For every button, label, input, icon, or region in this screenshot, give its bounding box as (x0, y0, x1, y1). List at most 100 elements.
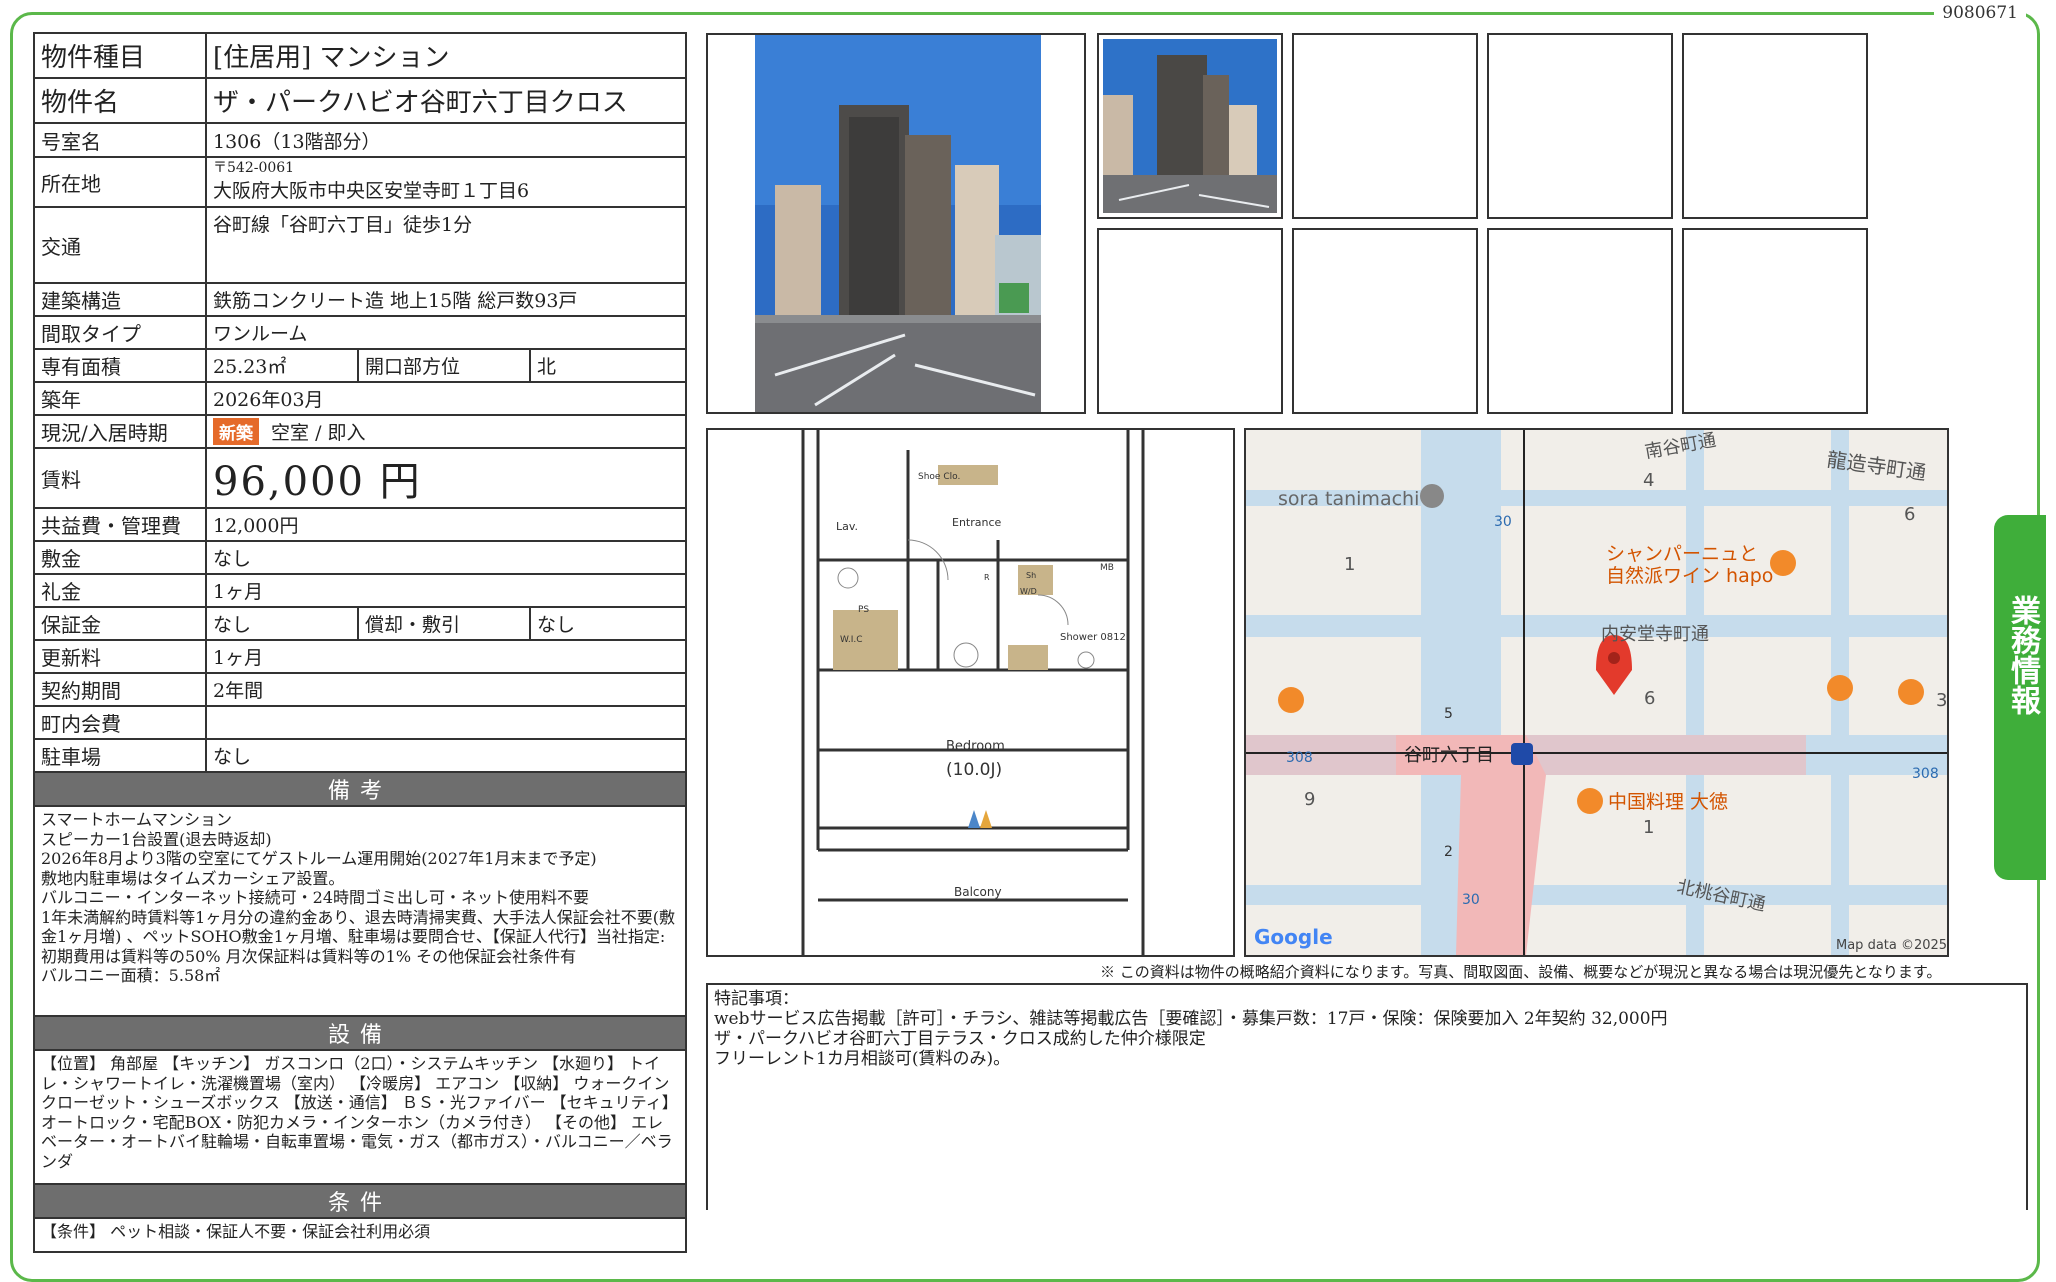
restaurant-icon (1827, 675, 1853, 701)
photo-thumbnail-empty[interactable] (1292, 228, 1478, 414)
fee-value: 12,000円 (204, 507, 688, 542)
built-value: 2026年03月 (204, 381, 688, 416)
special-notes-box: 特記事項： webサービス広告掲載［許可］・チラシ、雑誌等掲載広告［要確認］・募… (706, 983, 2028, 1210)
map-canvas: sora tanimachi 南谷町通 龍造寺町通 内安堂寺町通 北桃谷町通 谷… (1246, 430, 1947, 955)
floor-plan-cell[interactable]: Shoe Clo. Lav. Entrance PS W.I.C Bedroom… (706, 428, 1235, 957)
guarantee-value: なし (205, 606, 359, 641)
parking-value: なし (204, 738, 688, 773)
side-tab-label: 業務情報 (2005, 595, 2040, 715)
status-cell: 新築 空室 / 即入 (204, 414, 688, 449)
address-zip: 〒542-0061 (213, 160, 295, 176)
map-label-restaurant1: シャンパーニュと (1606, 543, 1758, 565)
building-photo (708, 35, 1084, 412)
new-construction-badge: 新築 (213, 418, 259, 445)
remarks-line: 敷地内駐車場はタイムズカーシェア設置。 (41, 868, 345, 888)
remarks-line: バルコニー・インターネット接続可・24時間ゴミ出し可・ネット使用料不要 (41, 888, 590, 907)
map-block-1: 1 (1344, 554, 1355, 575)
type-value: [住居用] マンション (204, 32, 688, 79)
main-photo-cell[interactable] (706, 33, 1086, 414)
room-value: 1306（13階部分） (204, 122, 688, 158)
community-value (204, 705, 688, 740)
special-notes-title: 特記事項： (714, 989, 799, 1009)
equipment-header: 設備 (32, 1015, 688, 1051)
remarks-body: スマートホームマンション スピーカー1台設置(退去時返却) 2026年8月より3… (32, 805, 688, 1017)
built-label: 築年 (33, 381, 207, 416)
status-label: 現況/入居時期 (33, 414, 207, 449)
renewal-label: 更新料 (33, 639, 207, 674)
restaurant-icon (1898, 679, 1924, 705)
layout-value: ワンルーム (204, 315, 688, 350)
transport-label: 交通 (33, 206, 207, 284)
address-value: 大阪府大阪市中央区安堂寺町１丁目6 (213, 180, 530, 202)
equipment-body: 【位置】 角部屋 【キッチン】 ガスコンロ（2口）・システムキッチン 【水廻り】… (32, 1049, 688, 1185)
name-label: 物件名 (33, 77, 207, 124)
key-money-label: 礼金 (33, 573, 207, 608)
plan-label-lav: Lav. (836, 520, 858, 533)
cafe-icon (1278, 687, 1304, 713)
plan-label-r: R (984, 573, 990, 582)
route-308-left: 308 (1286, 750, 1313, 766)
fee-label: 共益費・管理費 (33, 507, 207, 542)
restaurant-icon (1770, 550, 1796, 576)
route-30-top: 30 (1494, 514, 1512, 530)
photo-thumbnail-empty[interactable] (1292, 33, 1478, 219)
plan-label-shower: Shower 0812 (1060, 632, 1126, 643)
plan-label-shoe: Shoe Clo. (918, 472, 960, 482)
remarks-line: 1年未満解約時賃料等1ヶ月分の違約金あり、退去時清掃実費、大手法人保証会社不要(… (41, 907, 675, 966)
renewal-value: 1ヶ月 (204, 639, 688, 674)
route-30-bottom: 30 (1462, 892, 1480, 908)
rent-label: 賃料 (33, 447, 207, 509)
status-value: 空室 / 即入 (271, 422, 366, 444)
restaurant-icon (1577, 788, 1603, 814)
map-block-6b: 6 (1644, 688, 1655, 709)
amort-label: 償却・敷引 (357, 606, 531, 641)
exit-2: 2 (1444, 844, 1453, 860)
type-label: 物件種目 (33, 32, 207, 79)
conditions-body: 【条件】 ペット相談・保証人不要・保証会社利用必須 (32, 1217, 688, 1253)
remarks-header: 備考 (32, 771, 688, 807)
remarks-line: バルコニー面積：5.58㎡ (41, 966, 221, 985)
address-label: 所在地 (33, 156, 207, 208)
rent-value: 96,000 円 (204, 447, 688, 509)
facing-label: 開口部方位 (357, 348, 531, 383)
special-notes-line: webサービス広告掲載［許可］・チラシ、雑誌等掲載広告［要確認］・募集戸数：17… (714, 1009, 1668, 1029)
sora-icon (1420, 484, 1444, 508)
photo-thumbnail-empty[interactable] (1682, 33, 1868, 219)
metro-icon (1511, 743, 1533, 765)
facing-value: 北 (528, 348, 688, 383)
area-value: 25.23㎡ (205, 348, 359, 383)
location-map[interactable]: sora tanimachi 南谷町通 龍造寺町通 内安堂寺町通 北桃谷町通 谷… (1244, 428, 1949, 957)
document-number: 9080671 (1934, 3, 2026, 23)
contract-value: 2年間 (204, 672, 688, 707)
parking-label: 駐車場 (33, 738, 207, 773)
photo-thumbnail-empty[interactable] (1487, 228, 1673, 414)
photo-thumbnail-empty[interactable] (1487, 33, 1673, 219)
map-block-1b: 1 (1643, 817, 1654, 838)
photo-thumbnail[interactable] (1097, 33, 1283, 219)
floor-plan-drawing: Shoe Clo. Lav. Entrance PS W.I.C Bedroom… (801, 430, 1145, 955)
exit-5: 5 (1444, 706, 1453, 722)
plan-label-wic: W.I.C (840, 635, 863, 645)
structure-value: 鉄筋コンクリート造 地上15階 総戸数93戸 (204, 282, 688, 317)
map-block-9: 9 (1304, 789, 1315, 810)
plan-label-wd: W/D (1020, 587, 1037, 596)
side-tab[interactable]: 業務情報 (1994, 515, 2046, 880)
photo-thumbnail-empty[interactable] (1097, 228, 1283, 414)
building-thumbnail-photo (1099, 35, 1281, 217)
special-notes-line: フリーレント1カ月相談可(賃料のみ)。 (714, 1049, 1011, 1069)
amort-value: なし (528, 606, 688, 641)
plan-label-ps: PS (858, 605, 869, 615)
remarks-line: 2026年8月より3階の空室にてゲストルーム運用開始(2027年1月末まで予定) (41, 849, 597, 868)
deposit-label: 敷金 (33, 540, 207, 575)
special-notes-line: ザ・パークハビオ谷町六丁目テラス・クロス成約した仲介様限定 (714, 1029, 1206, 1049)
map-label-restaurant1b: 自然派ワイン hapo (1606, 565, 1773, 587)
disclaimer-text: ※ この資料は物件の概略紹介資料になります。写真、間取図面、設備、概要などが現況… (1100, 963, 1942, 981)
photo-thumbnail-empty[interactable] (1682, 228, 1868, 414)
conditions-header: 条件 (32, 1183, 688, 1219)
remarks-line: スピーカー1台設置(退去時返却) (41, 829, 272, 849)
name-value: ザ・パークハビオ谷町六丁目クロス (204, 77, 688, 124)
map-label-uchiandoji: 内安堂寺町通 (1601, 624, 1709, 645)
plan-label-size: (10.0J) (946, 760, 1002, 780)
google-logo: Google (1254, 925, 1333, 949)
map-label-sora: sora tanimachi (1278, 488, 1419, 510)
